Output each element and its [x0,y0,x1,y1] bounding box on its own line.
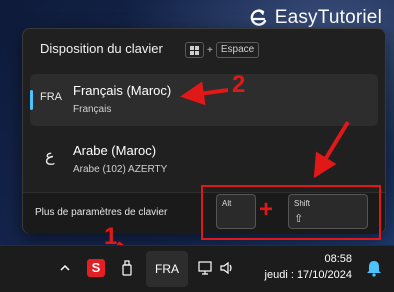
shift-key: Shift ⇧ [288,194,368,229]
windows-key-icon [185,42,204,58]
flyout-title: Disposition du clavier [40,41,163,56]
clock-date[interactable]: jeudi : 17/10/2024 [265,269,352,281]
taskbar: S FRA 08:58 jeudi : 17/10/2024 [0,245,394,292]
network-icon[interactable] [197,259,215,277]
language-item-french-morocco[interactable]: FRA Français (Maroc) Français [30,74,378,126]
language-layout: Arabe (102) AZERTY [73,164,168,175]
language-layout: Français [73,104,112,115]
brand-name: EasyTutoriel [274,7,382,28]
key-combo-plus: + [259,196,274,223]
language-item-arabic-morocco[interactable]: ع Arabe (Maroc) Arabe (102) AZERTY [30,134,378,186]
usb-icon[interactable] [120,259,134,277]
input-language-text: FRA [155,262,179,276]
step-number-2: 2 [232,71,246,98]
alt-key: Alt [216,194,256,229]
easytutoriel-logo-icon [250,9,266,26]
chevron-up-icon[interactable] [58,261,72,275]
language-name: Arabe (Maroc) [73,143,157,158]
shift-arrow-icon: ⇧ [294,212,304,225]
shortcut-plus: + [207,44,213,56]
language-code: ع [45,148,55,165]
shift-key-label: Shift [294,199,311,208]
shortcut-hint: + Espace [185,42,260,58]
volume-icon[interactable] [219,259,237,277]
language-name: Français (Maroc) [73,83,172,98]
tray-app-icon[interactable]: S [87,259,105,277]
clock-time[interactable]: 08:58 [324,253,352,265]
more-keyboard-settings-link[interactable]: Plus de paramètres de clavier [35,207,167,218]
alt-key-label: Alt [222,199,232,208]
input-language-indicator[interactable]: FRA [146,251,188,287]
notification-bell-icon[interactable] [366,259,382,277]
space-key: Espace [215,42,260,58]
brand-watermark: EasyTutoriel [249,7,382,29]
language-code: FRA [40,91,62,103]
selection-indicator [30,90,33,110]
